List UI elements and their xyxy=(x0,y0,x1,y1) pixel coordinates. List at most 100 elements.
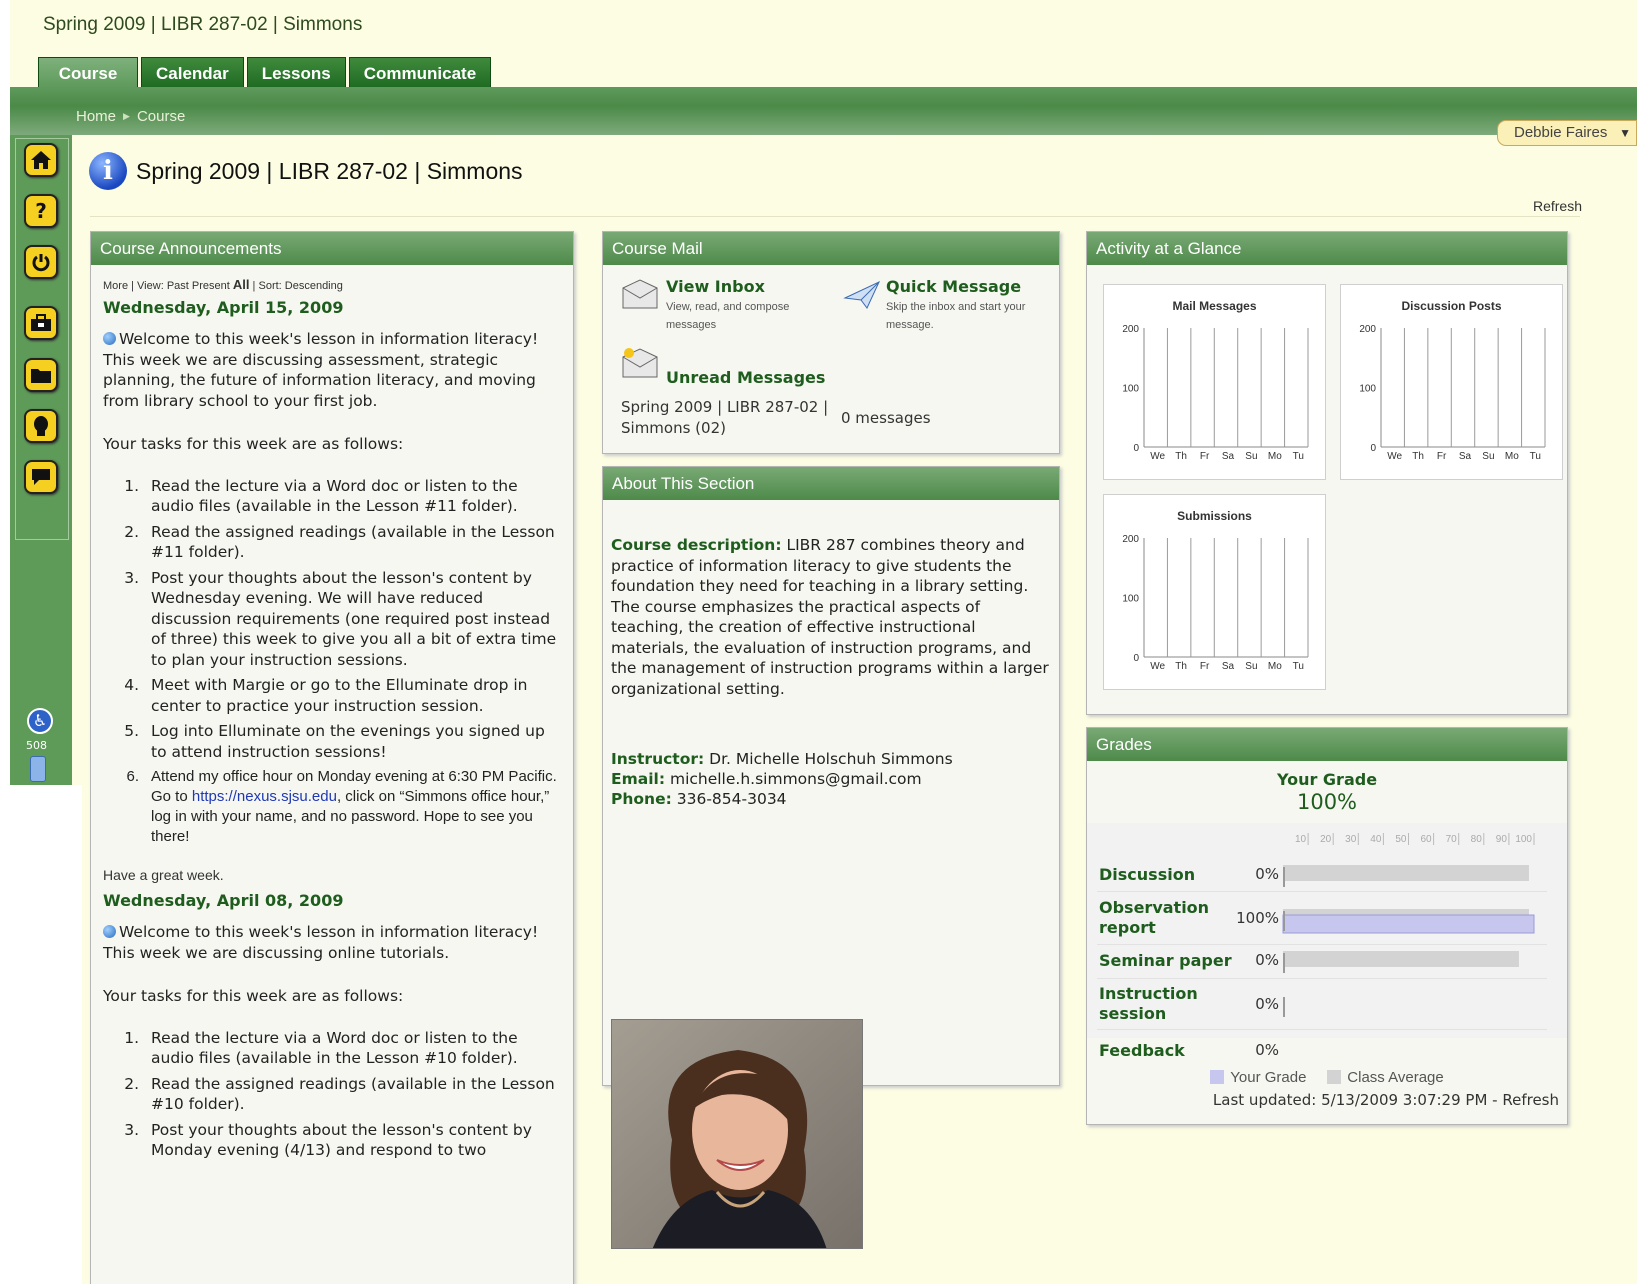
grades-legend: Your Grade Class Average xyxy=(1087,1068,1567,1088)
power-icon[interactable] xyxy=(24,245,58,279)
x-tick-label: 20 xyxy=(1320,834,1332,845)
x-tick-label: We xyxy=(1150,661,1165,672)
x-tick-label: 10 xyxy=(1295,834,1307,845)
grades-panel: Grades Your Grade 100% 10 20 30 40 50 60 70 80 9… xyxy=(1086,727,1568,1125)
about-section-panel: About This Section Course description: L… xyxy=(602,466,1060,1249)
y-tick-label: 0 xyxy=(1133,653,1139,664)
list-item: 5. Log into Elluminate on the evenings yo… xyxy=(124,722,545,761)
chart-title: Mail Messages xyxy=(1172,299,1257,313)
inbox-envelope-icon[interactable] xyxy=(621,278,659,310)
tab-communicate[interactable]: Communicate xyxy=(348,57,492,88)
quick-message-desc: Skip the inbox and start your message. xyxy=(886,301,1026,331)
announcement-closing: Have a great week. xyxy=(103,867,224,883)
x-tick-label: Su xyxy=(1245,661,1257,672)
y-tick-label: 200 xyxy=(1122,534,1139,545)
tab-course[interactable]: Course xyxy=(38,57,138,88)
unread-messages-heading: Unread Messages xyxy=(666,368,826,387)
announcement-intro: Welcome to this week's lesson in informa… xyxy=(103,329,561,411)
accessibility-icon[interactable]: ♿ xyxy=(27,708,53,734)
mail-section-link[interactable]: Spring 2009 | LIBR 287-02 | Simmons (02) xyxy=(621,397,831,438)
x-tick-label: We xyxy=(1387,451,1402,462)
instructor-name: Dr. Michelle Holschuh Simmons xyxy=(709,750,953,768)
home-icon[interactable] xyxy=(24,143,58,177)
office-hour-link[interactable]: https://nexus.sjsu.edu xyxy=(192,788,337,805)
your-grade-swatch xyxy=(1210,1070,1225,1084)
view-past-link[interactable]: Past xyxy=(167,280,189,292)
grades-table: 10 20 30 40 50 60 70 80 90 100 Discussion 0% Obse… xyxy=(1087,823,1567,1038)
x-tick-label: Fr xyxy=(1200,661,1210,672)
user-icon[interactable] xyxy=(24,409,58,443)
sort-link[interactable]: Sort: Descending xyxy=(258,280,342,292)
zero-marker xyxy=(1283,867,1285,887)
view-present-link[interactable]: Present xyxy=(192,280,230,292)
your-grade-bar xyxy=(1282,914,1535,934)
submissions-chart: Submissions 200 100 0 We Th Fr Sa Su Mo Tu xyxy=(1103,494,1326,690)
globe-icon xyxy=(103,925,116,938)
grade-label-discussion: Discussion xyxy=(1099,865,1196,884)
breadcrumb-separator-icon: ▶ xyxy=(123,111,130,121)
grade-pct: 0% xyxy=(1255,865,1279,883)
refresh-link[interactable]: Refresh xyxy=(1533,198,1582,214)
y-tick-label: 100 xyxy=(1122,594,1139,605)
list-item: 6. Attend my office hour on Monday evenin… xyxy=(126,768,557,845)
x-tick-label: Tu xyxy=(1293,661,1304,672)
list-item: 2. Read the assigned readings (available … xyxy=(124,522,555,562)
x-tick-label: Th xyxy=(1412,451,1424,462)
main-tabs: Course Calendar Lessons Communicate xyxy=(38,57,492,88)
folder-icon[interactable] xyxy=(24,358,58,392)
announcement-intro-text: Welcome to this week's lesson in informa… xyxy=(103,330,539,410)
view-all-link[interactable]: All xyxy=(233,277,250,292)
x-tick-label: Fr xyxy=(1437,451,1447,462)
row-divider xyxy=(1097,1029,1547,1030)
x-tick-label: Sa xyxy=(1222,451,1235,462)
grades-header: Grades xyxy=(1087,728,1567,761)
breadcrumb-course[interactable]: Course xyxy=(137,108,185,125)
breadcrumb-home[interactable]: Home xyxy=(76,108,116,125)
grade-pct: 0% xyxy=(1255,951,1279,969)
more-link[interactable]: More xyxy=(103,280,128,292)
x-tick-label: Su xyxy=(1482,451,1494,462)
grades-refresh-link[interactable]: Refresh xyxy=(1502,1091,1559,1109)
view-inbox-link[interactable]: View Inbox xyxy=(666,277,765,296)
legend-class-average: Class Average xyxy=(1347,1069,1444,1086)
course-mail-header: Course Mail xyxy=(603,232,1059,265)
chat-icon[interactable] xyxy=(24,460,58,494)
instructor-email[interactable]: michelle.h.simmons@gmail.com xyxy=(670,770,922,788)
user-name: Debbie Faires xyxy=(1514,124,1608,141)
x-tick-label: Mo xyxy=(1268,451,1282,462)
mail-messages-chart: Mail Messages 200 100 0 We Th Fr Sa Su Mo Tu xyxy=(1103,284,1326,480)
briefcase-icon[interactable] xyxy=(24,306,58,340)
row-divider xyxy=(1097,891,1547,892)
row-divider xyxy=(1097,978,1547,979)
unread-mail-icon xyxy=(622,348,658,378)
discussion-posts-chart: Discussion Posts 200 100 0 We Th Fr Sa Su Mo Tu xyxy=(1340,284,1563,480)
x-tick-label: 70 xyxy=(1446,834,1458,845)
mobile-icon[interactable] xyxy=(30,756,46,782)
help-icon[interactable]: ? xyxy=(24,194,58,228)
activity-header: Activity at a Glance xyxy=(1087,232,1567,265)
y-tick-label: 200 xyxy=(1359,324,1376,335)
user-menu[interactable]: Debbie Faires ▼ xyxy=(1497,120,1637,146)
announcement-date: Wednesday, April 15, 2009 xyxy=(103,298,344,317)
tab-calendar[interactable]: Calendar xyxy=(141,57,244,88)
paper-plane-icon[interactable] xyxy=(843,278,881,310)
dropdown-arrow-icon[interactable]: ▼ xyxy=(1619,121,1631,145)
course-mail-panel: Course Mail View Inbox View, read, and c… xyxy=(602,231,1060,454)
announcement-intro-text: Welcome to this week's lesson in informa… xyxy=(103,923,539,962)
x-tick-label: 100 xyxy=(1515,834,1532,845)
quick-message-link[interactable]: Quick Message xyxy=(886,277,1021,296)
grade-label-instruction: Instruction session xyxy=(1099,984,1198,1023)
chart-title: Submissions xyxy=(1177,509,1252,523)
course-description-label: Course description: xyxy=(611,536,782,554)
view-label: View: xyxy=(137,280,164,292)
info-icon: i xyxy=(89,152,127,190)
grade-label-observation: Observation report xyxy=(1099,898,1210,937)
x-tick-label: Sa xyxy=(1459,451,1472,462)
class-average-bar xyxy=(1283,951,1519,967)
zero-marker xyxy=(1283,997,1285,1017)
list-item: 3. Post your thoughts about the lesson's … xyxy=(124,568,557,669)
x-tick-label: 50 xyxy=(1395,834,1407,845)
announcements-filter-bar: More | View: Past Present All | Sort: De… xyxy=(103,277,343,292)
chart-title: Discussion Posts xyxy=(1401,299,1502,313)
tab-lessons[interactable]: Lessons xyxy=(246,57,346,88)
